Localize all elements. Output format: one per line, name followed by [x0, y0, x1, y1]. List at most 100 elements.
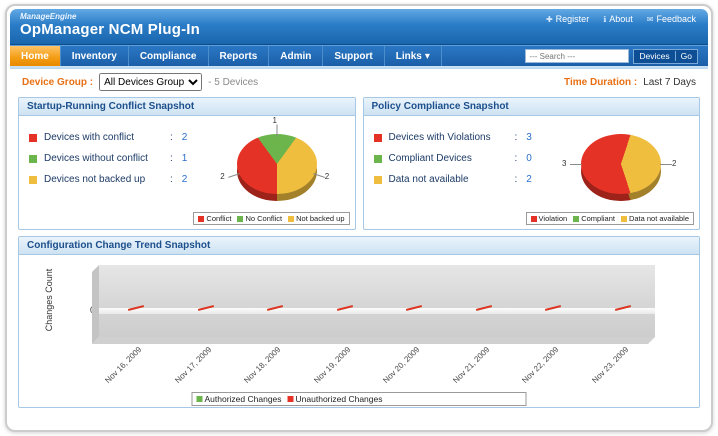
- stat-label: Devices with conflict: [44, 132, 170, 143]
- stat-row: Compliant Devices : 0: [374, 153, 532, 164]
- status-swatch-green: [374, 155, 382, 163]
- stat-label: Data not available: [389, 174, 515, 185]
- panel-title: Policy Compliance Snapshot: [364, 98, 700, 116]
- trend-chart: Changes Count 0 Nov 16, 2009Nov 17, 2009…: [19, 255, 699, 408]
- legend-item: Conflict: [198, 214, 231, 223]
- stat-rows: Devices with conflict : 2 Devices withou…: [29, 132, 187, 185]
- legend-item: No Conflict: [237, 214, 282, 223]
- search-scope-box: Devices Go: [633, 49, 698, 64]
- stat-row: Devices with Violations : 3: [374, 132, 532, 143]
- stat-value[interactable]: 2: [182, 132, 188, 143]
- header-links: ✚ Register ℹ About ✉ Feedback: [546, 14, 696, 24]
- search-go-button[interactable]: Go: [675, 51, 697, 61]
- device-group-select[interactable]: All Devices Group: [99, 73, 202, 91]
- pie-slice-value: 2: [672, 159, 676, 168]
- snapshot-panels-row: Startup-Running Conflict Snapshot Device…: [10, 95, 708, 230]
- stat-label: Devices not backed up: [44, 174, 170, 185]
- panel-title: Startup-Running Conflict Snapshot: [19, 98, 355, 116]
- stat-value[interactable]: 1: [182, 153, 188, 164]
- register-icon: ✚: [546, 15, 553, 24]
- tab-home[interactable]: Home: [10, 46, 61, 66]
- stat-colon: :: [170, 174, 173, 185]
- panel-body: Devices with conflict : 2 Devices withou…: [19, 116, 355, 229]
- time-duration-label: Time Duration :: [564, 77, 637, 88]
- x-axis-label: Nov 22, 2009: [514, 345, 560, 391]
- about-label: About: [609, 14, 633, 24]
- conflict-pie-chart: 212: [197, 118, 347, 210]
- stat-rows: Devices with Violations : 3 Compliant De…: [374, 132, 532, 185]
- status-swatch-red: [29, 134, 37, 142]
- about-link[interactable]: ℹ About: [603, 14, 633, 24]
- tab-links-label: Links: [396, 51, 422, 62]
- x-axis-label: Nov 17, 2009: [167, 345, 213, 391]
- panel-body: Devices with Violations : 3 Compliant De…: [364, 116, 700, 229]
- x-axis-label: Nov 19, 2009: [306, 345, 352, 391]
- stat-row: Data not available : 2: [374, 174, 532, 185]
- stat-label: Devices without conflict: [44, 153, 170, 164]
- register-link[interactable]: ✚ Register: [546, 14, 589, 24]
- pie-slice-value: 2: [220, 172, 224, 181]
- pie-callout-line: [570, 164, 582, 165]
- status-swatch-yellow: [374, 176, 382, 184]
- stat-row: Devices with conflict : 2: [29, 132, 187, 143]
- legend-swatch: [197, 396, 203, 402]
- about-icon: ℹ: [603, 15, 606, 24]
- tab-inventory[interactable]: Inventory: [61, 46, 129, 66]
- tab-support[interactable]: Support: [323, 46, 384, 66]
- legend-swatch: [237, 216, 243, 222]
- pie-chart[interactable]: [237, 134, 317, 194]
- x-axis-label: Nov 23, 2009: [584, 345, 630, 391]
- stat-colon: :: [170, 153, 173, 164]
- policy-pie-chart: 32: [541, 118, 691, 210]
- search-input[interactable]: [525, 49, 629, 63]
- legend-swatch: [288, 396, 294, 402]
- trend-plot: Nov 16, 2009Nov 17, 2009Nov 18, 2009Nov …: [99, 265, 655, 337]
- pie-slice-value: 1: [273, 116, 277, 125]
- stat-value[interactable]: 2: [526, 174, 532, 185]
- trend-chart-legend: Authorized Changes Unauthorized Changes: [192, 392, 527, 406]
- x-axis-label: Nov 21, 2009: [445, 345, 491, 391]
- legend-item: Authorized Changes: [197, 394, 282, 404]
- tab-links[interactable]: Links ▾: [385, 46, 442, 66]
- filter-bar: Device Group : All Devices Group - 5 Dev…: [10, 69, 708, 95]
- conflict-chart-legend: ConflictNo ConflictNot backed up: [193, 212, 349, 225]
- pie-chart[interactable]: [581, 134, 661, 194]
- register-label: Register: [556, 14, 590, 24]
- panel-config-change-trend: Configuration Change Trend Snapshot Chan…: [18, 236, 700, 408]
- search-scope-devices[interactable]: Devices: [634, 51, 674, 61]
- tab-compliance[interactable]: Compliance: [129, 46, 209, 66]
- x-axis-label: Nov 20, 2009: [375, 345, 421, 391]
- time-duration-value[interactable]: Last 7 Days: [643, 77, 696, 88]
- main-nav: Home Inventory Compliance Reports Admin …: [10, 45, 708, 66]
- legend-item: Data not available: [621, 214, 689, 223]
- chevron-down-icon: ▾: [425, 51, 430, 62]
- panel-startup-running-conflict: Startup-Running Conflict Snapshot Device…: [18, 97, 356, 230]
- stat-colon: :: [515, 174, 518, 185]
- legend-item: Unauthorized Changes: [288, 394, 383, 404]
- stat-colon: :: [515, 132, 518, 143]
- stat-colon: :: [170, 132, 173, 143]
- tab-admin[interactable]: Admin: [269, 46, 323, 66]
- panel-policy-compliance: Policy Compliance Snapshot Devices with …: [363, 97, 701, 230]
- device-group-label: Device Group :: [22, 77, 93, 88]
- stat-value[interactable]: 3: [526, 132, 532, 143]
- zero-line-band: [99, 308, 655, 314]
- legend-swatch: [531, 216, 537, 222]
- stat-value[interactable]: 2: [182, 174, 188, 185]
- stat-value[interactable]: 0: [526, 153, 532, 164]
- tab-reports[interactable]: Reports: [209, 46, 270, 66]
- app-header: ManageEngine OpManager NCM Plug-In ✚ Reg…: [10, 9, 708, 45]
- stat-row: Devices not backed up : 2: [29, 174, 187, 185]
- x-axis-label: Nov 16, 2009: [97, 345, 143, 391]
- legend-item: Compliant: [573, 214, 615, 223]
- legend-swatch: [288, 216, 294, 222]
- browser-frame: ManageEngine OpManager NCM Plug-In ✚ Reg…: [5, 4, 713, 432]
- pie-slice-value: 3: [562, 159, 566, 168]
- app-window: ManageEngine OpManager NCM Plug-In ✚ Reg…: [10, 9, 708, 427]
- status-swatch-red: [374, 134, 382, 142]
- legend-swatch: [198, 216, 204, 222]
- feedback-link[interactable]: ✉ Feedback: [647, 14, 696, 24]
- stat-row: Devices without conflict : 1: [29, 153, 187, 164]
- policy-chart-legend: ViolationCompliantData not available: [526, 212, 694, 225]
- feedback-icon: ✉: [647, 15, 654, 24]
